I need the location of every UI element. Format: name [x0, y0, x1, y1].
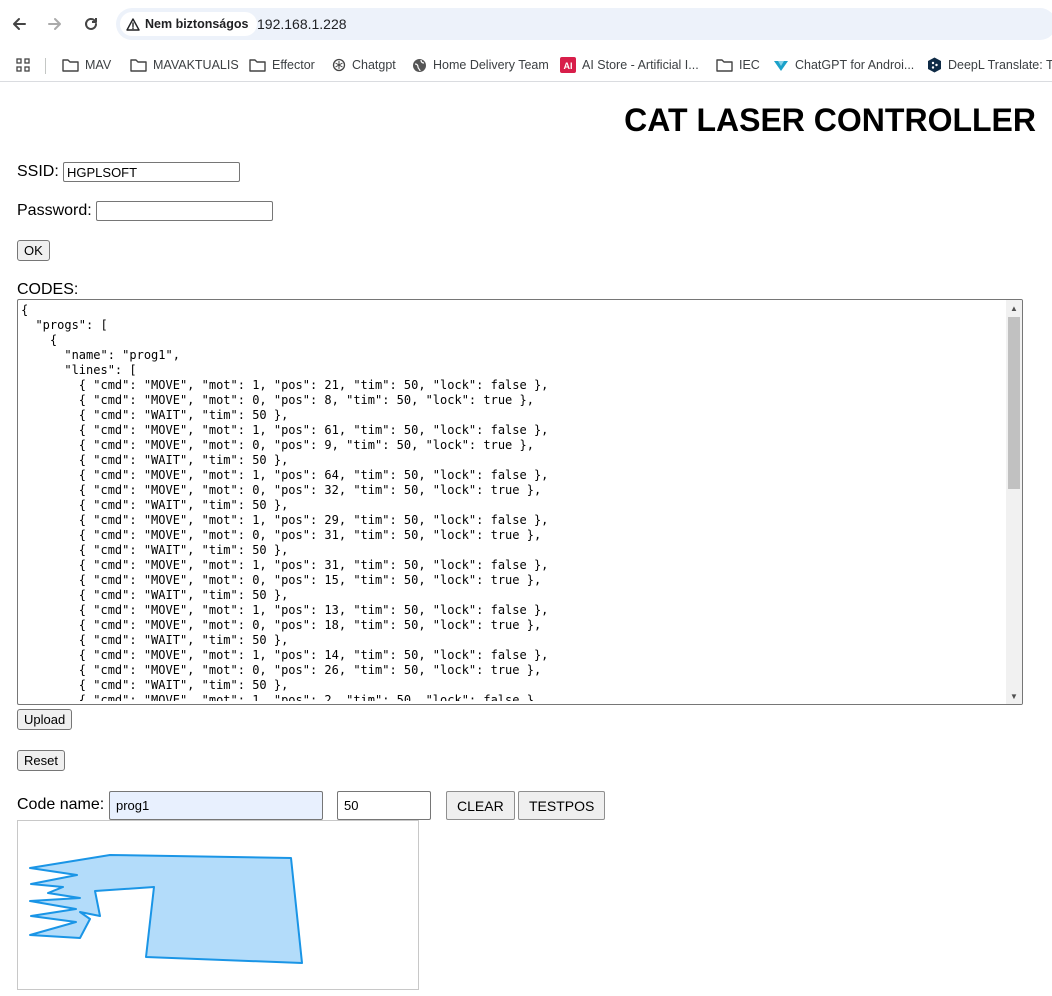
bookmark-label: MAV: [85, 58, 112, 72]
codes-textarea[interactable]: { "progs": [ { "name": "prog1", "lines":…: [17, 299, 1023, 705]
password-label: Password:: [17, 202, 92, 219]
bookmark-mavaktualis[interactable]: MAVAKTUALIS: [130, 54, 239, 76]
bookmark-label: Effector: [272, 58, 315, 72]
folder-icon: [130, 59, 147, 72]
svg-text:AI: AI: [564, 61, 573, 71]
bookmark-chatgpt[interactable]: Chatgpt: [332, 54, 396, 76]
scroll-down-arrow-icon[interactable]: ▼: [1006, 688, 1022, 704]
bookmark-iec[interactable]: IEC: [716, 54, 760, 76]
password-input[interactable]: [96, 201, 273, 221]
bookmark-effector[interactable]: Effector: [249, 54, 315, 76]
apps-grid-icon[interactable]: [16, 54, 30, 76]
ssid-label: SSID:: [17, 163, 59, 180]
upload-button[interactable]: Upload: [17, 709, 73, 730]
ssid-input[interactable]: [63, 162, 240, 182]
testpos-button[interactable]: TESTPOS: [518, 791, 606, 820]
bookmark-label: ChatGPT for Androi...: [795, 58, 915, 72]
url-text: 192.168.1.228: [257, 16, 347, 32]
forward-arrow-icon[interactable]: [43, 12, 67, 36]
warning-icon: [126, 17, 140, 31]
bookmark-deepl[interactable]: DeepL Translate: Th: [927, 54, 1052, 76]
reset-button[interactable]: Reset: [17, 750, 65, 771]
bookmarks-bar: MAV MAVAKTUALIS Effector Chatgpt Home De…: [0, 48, 1052, 82]
globe-icon: [413, 58, 426, 72]
deepl-icon: [928, 57, 941, 73]
browser-toolbar: Nem biztonságos 192.168.1.228: [0, 0, 1052, 48]
codes-label: CODES:: [17, 281, 79, 298]
folder-icon: [62, 59, 79, 72]
back-arrow-icon[interactable]: [7, 12, 31, 36]
folder-icon: [716, 59, 733, 72]
bookmark-mav[interactable]: MAV: [62, 54, 111, 76]
bookmark-label: Chatgpt: [352, 58, 396, 72]
clear-button[interactable]: CLEAR: [446, 791, 515, 820]
address-bar[interactable]: Nem biztonságos 192.168.1.228: [116, 8, 1052, 40]
bookmark-home-delivery-team[interactable]: Home Delivery Team: [412, 54, 549, 76]
laser-path-drawing: [29, 854, 303, 964]
security-indicator[interactable]: Nem biztonságos: [120, 12, 257, 36]
code-name-input[interactable]: [109, 791, 323, 820]
code-name-label: Code name:: [17, 796, 105, 813]
drawing-canvas[interactable]: [17, 820, 419, 990]
codes-text[interactable]: { "progs": [ { "name": "prog1", "lines":…: [21, 303, 1001, 701]
scroll-up-arrow-icon[interactable]: ▲: [1006, 300, 1022, 316]
ok-button[interactable]: OK: [17, 240, 50, 261]
bookmark-label: MAVAKTUALIS: [153, 58, 239, 72]
page-title: CAT LASER CONTROLLER: [624, 102, 1036, 138]
bookmarks-divider: [45, 58, 46, 74]
bookmark-chatgpt-android[interactable]: ChatGPT for Androi...: [773, 54, 914, 76]
security-label: Nem biztonságos: [145, 17, 249, 31]
bookmark-ai-store[interactable]: AI AI Store - Artificial I...: [560, 54, 699, 76]
laser-path-shape: [29, 854, 303, 964]
time-input[interactable]: [337, 791, 431, 820]
bookmark-label: AI Store - Artificial I...: [582, 58, 699, 72]
ai-store-icon: AI: [560, 57, 576, 73]
app-icon: [774, 61, 788, 71]
scroll-thumb[interactable]: [1008, 317, 1020, 489]
bookmark-label: Home Delivery Team: [433, 58, 549, 72]
bookmark-label: IEC: [739, 58, 760, 72]
openai-icon: [332, 58, 346, 72]
bookmark-label: DeepL Translate: Th: [948, 58, 1052, 72]
folder-icon: [249, 59, 266, 72]
codes-scrollbar[interactable]: ▲ ▼: [1006, 300, 1022, 704]
reload-icon[interactable]: [79, 12, 103, 36]
